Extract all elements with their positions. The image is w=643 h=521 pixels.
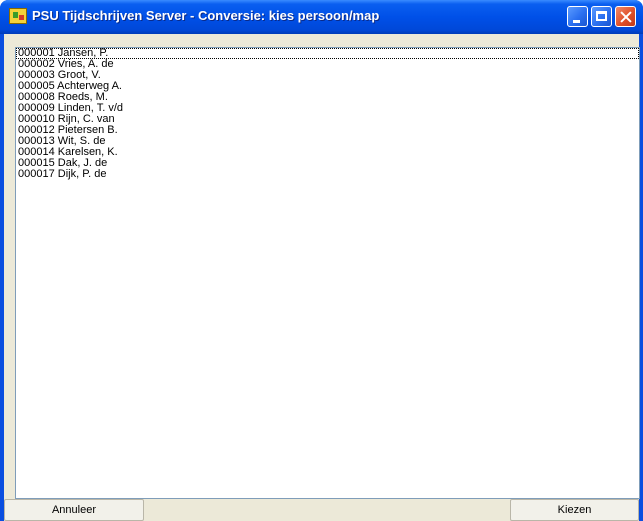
list-item[interactable]: 000002 Vries, A. de: [16, 59, 639, 70]
minimize-button[interactable]: [567, 6, 588, 27]
app-window: PSU Tijdschrijven Server - Conversie: ki…: [0, 0, 643, 521]
close-icon: [616, 7, 635, 26]
window-title: PSU Tijdschrijven Server - Conversie: ki…: [32, 8, 380, 23]
maximize-button[interactable]: [591, 6, 612, 27]
person-listbox[interactable]: 000001 Jansen, P. 000002 Vries, A. de 00…: [15, 47, 640, 499]
cancel-button[interactable]: Annuleer: [4, 499, 144, 521]
title-bar[interactable]: PSU Tijdschrijven Server - Conversie: ki…: [0, 0, 643, 34]
list-item[interactable]: 000015 Dak, J. de: [16, 158, 639, 169]
minimize-icon: [568, 7, 587, 26]
client-area: 000001 Jansen, P. 000002 Vries, A. de 00…: [4, 34, 640, 521]
button-bar-spacer: [144, 499, 510, 521]
app-icon: [9, 8, 27, 24]
maximize-icon: [592, 7, 611, 26]
list-item[interactable]: 000014 Karelsen, K.: [16, 147, 639, 158]
list-item[interactable]: 000012 Pietersen B.: [16, 125, 639, 136]
list-item[interactable]: 000017 Dijk, P. de: [16, 169, 639, 180]
close-button[interactable]: [615, 6, 636, 27]
choose-button[interactable]: Kiezen: [510, 499, 639, 521]
list-item[interactable]: 000005 Achterweg A.: [16, 81, 639, 92]
